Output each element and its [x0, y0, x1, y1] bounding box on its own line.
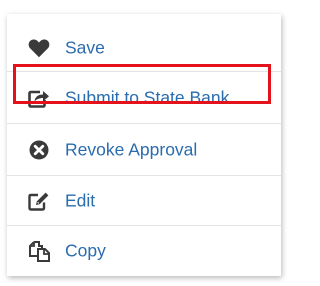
heart-icon	[27, 36, 51, 60]
menu-item-label: Revoke Approval	[65, 139, 198, 159]
menu-item-copy[interactable]: Copy	[7, 226, 281, 276]
edit-icon	[27, 189, 51, 213]
times-circle-icon	[27, 138, 51, 162]
menu-item-save[interactable]: Save	[7, 24, 281, 72]
share-square-icon	[27, 86, 51, 110]
copy-icon	[27, 239, 51, 263]
context-menu: Save Submit to State Bank Revoke Approva…	[7, 14, 281, 276]
menu-item-edit[interactable]: Edit	[7, 176, 281, 226]
menu-item-submit-to-state-bank[interactable]: Submit to State Bank	[7, 72, 281, 124]
menu-item-label: Submit to State Bank	[65, 87, 230, 107]
menu-item-label: Save	[65, 37, 105, 57]
menu-item-label: Edit	[65, 190, 96, 210]
menu-item-label: Copy	[65, 240, 106, 261]
menu-item-revoke-approval[interactable]: Revoke Approval	[7, 124, 281, 176]
